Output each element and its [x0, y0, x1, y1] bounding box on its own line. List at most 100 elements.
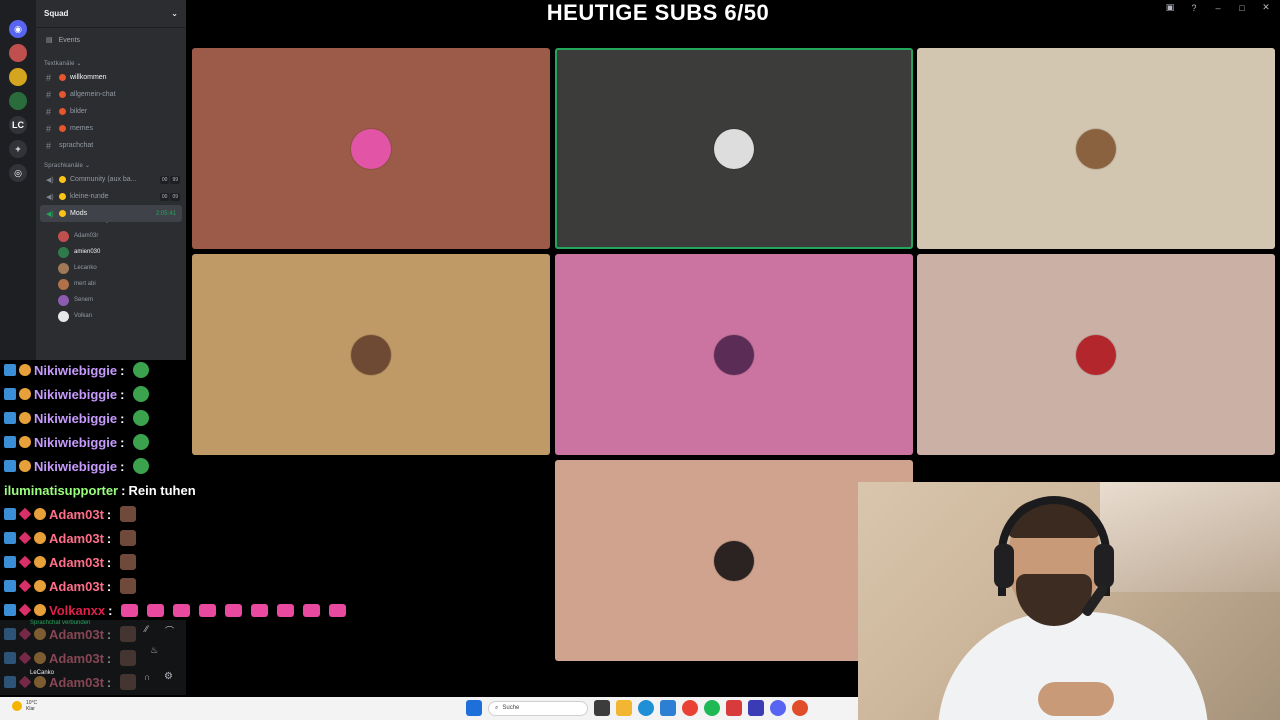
user-count: 00 09	[159, 192, 180, 201]
noise-icon[interactable]: ⁄⁄	[145, 624, 148, 634]
category-text-channels[interactable]: Textkanäle ⌄	[36, 52, 186, 69]
taskbar-search[interactable]: ⌕ Suche	[488, 700, 588, 716]
prime-badge-icon	[4, 364, 16, 376]
channel-memes[interactable]: # memes	[36, 120, 186, 137]
prime-badge-icon	[4, 460, 16, 472]
events-label: Events	[58, 36, 81, 44]
emote-icon	[120, 506, 137, 522]
spotify-icon[interactable]	[704, 700, 720, 716]
windows-start-icon[interactable]	[466, 700, 482, 716]
channel-allgemein-chat[interactable]: # allgemein-chat	[36, 86, 186, 103]
video-tile[interactable]	[192, 48, 550, 249]
app-icon[interactable]	[726, 700, 742, 716]
avatar	[58, 262, 69, 274]
avatar	[58, 278, 69, 290]
voice-channel[interactable]: ◀) Community (aux ba... 00 99	[36, 171, 186, 188]
video-tile[interactable]	[917, 48, 1275, 249]
close-icon[interactable]: ✕	[1260, 2, 1272, 13]
emote-icon	[133, 458, 150, 474]
maximize-icon[interactable]: □	[1236, 3, 1248, 13]
obs-icon[interactable]	[792, 700, 808, 716]
channel-willkommen[interactable]: # willkommen	[36, 69, 186, 86]
windows-taskbar: 10°C Klar ⌕ Suche	[0, 697, 858, 720]
disconnect-icon[interactable]: ⌒	[165, 624, 174, 637]
voice-member[interactable]: Lecanko	[36, 260, 186, 276]
discover-icon[interactable]: ◎	[9, 164, 27, 182]
count-limit: 09	[170, 192, 180, 201]
chat-separator: :	[120, 458, 125, 474]
server-icon[interactable]	[9, 44, 27, 62]
sub-badge-icon	[34, 556, 46, 568]
voice-member[interactable]: Adam03r	[36, 228, 186, 244]
server-header[interactable]: Squad ⌄	[36, 0, 186, 28]
channel-bilder[interactable]: # bilder	[36, 103, 186, 120]
user-count: 00 99	[159, 175, 180, 184]
voice-member[interactable]: amien030	[36, 244, 186, 260]
help-icon[interactable]: ?	[1188, 3, 1200, 13]
chat-message: Volkanxx :	[4, 600, 347, 620]
channel-label: sprachchat	[59, 142, 94, 149]
status-dot	[59, 125, 66, 132]
video-tile[interactable]	[555, 254, 913, 455]
member-name: Senem	[74, 297, 94, 303]
minimize-icon[interactable]: –	[1212, 3, 1224, 13]
count-limit: 99	[170, 175, 180, 184]
activity-icon[interactable]: ♨	[150, 645, 158, 656]
emote-icon	[225, 603, 243, 617]
video-tile[interactable]	[555, 48, 913, 249]
hash-icon: #	[46, 140, 52, 151]
prime-badge-icon	[4, 532, 16, 544]
settings-gear-icon[interactable]: ⚙	[164, 671, 173, 682]
hash-icon: #	[46, 123, 52, 134]
vs-icon[interactable]	[748, 700, 764, 716]
avatar	[1076, 128, 1116, 169]
chat-message: Nikiwiebiggie :	[4, 360, 150, 380]
sub-badge-icon	[34, 580, 46, 592]
video-tile[interactable]	[917, 254, 1275, 455]
prime-badge-icon	[4, 604, 16, 616]
server-rail: ◉ LC + ◎	[0, 0, 36, 360]
channel-label: allgemein-chat	[70, 91, 116, 98]
task-view-icon[interactable]	[594, 700, 610, 716]
discord-home-icon[interactable]: ◉	[9, 20, 27, 38]
emote-icon	[133, 386, 150, 402]
edge-icon[interactable]	[638, 700, 654, 716]
sub-badge-icon	[19, 460, 31, 472]
voice-channel[interactable]: ◀) kleine-runde 00 09	[36, 188, 186, 205]
discord-icon[interactable]	[770, 700, 786, 716]
headset-earcup	[1094, 544, 1114, 588]
vip-badge-icon	[18, 531, 32, 545]
category-voice-channels[interactable]: Sprachkanäle ⌄	[36, 154, 186, 171]
server-name: Squad	[44, 9, 69, 18]
emote-icon	[121, 603, 139, 617]
add-server-icon[interactable]: +	[9, 140, 27, 158]
voice-channel[interactable]: ◀) Mods 2:05:41	[40, 205, 182, 222]
store-icon[interactable]	[660, 700, 676, 716]
server-icon[interactable]	[9, 68, 27, 86]
channel-label: bilder	[70, 108, 88, 115]
channel-label: Mods	[70, 210, 88, 217]
chat-separator: :	[120, 434, 125, 450]
emote-icon	[133, 362, 150, 378]
voice-member[interactable]: Senem	[36, 292, 186, 308]
video-tile[interactable]	[192, 254, 550, 455]
file-explorer-icon[interactable]	[616, 700, 632, 716]
category-label: Sprachkanäle	[44, 163, 84, 169]
voice-member[interactable]: mert abi	[36, 276, 186, 292]
chat-message: Adam03t :	[4, 552, 137, 572]
sub-badge-icon	[34, 508, 46, 520]
channel-sprachchat[interactable]: # sprachchat	[36, 137, 186, 154]
chat-text: Rein tuhen	[128, 482, 196, 498]
chat-username: Nikiwiebiggie	[34, 362, 118, 378]
headset-earcup	[994, 544, 1014, 588]
voice-member[interactable]: Volkan	[36, 308, 186, 324]
category-label: Textkanäle	[44, 61, 75, 67]
events-item[interactable]: ▤ Events	[36, 28, 186, 52]
weather-widget[interactable]: 10°C Klar	[12, 700, 37, 712]
server-icon-lc[interactable]: LC	[9, 116, 27, 134]
member-name: mert abi	[74, 281, 96, 287]
inbox-icon[interactable]: ▣	[1164, 2, 1176, 13]
chrome-icon[interactable]	[682, 700, 698, 716]
headphones-icon[interactable]: ∩	[144, 672, 150, 682]
server-icon-squad[interactable]	[9, 92, 27, 110]
